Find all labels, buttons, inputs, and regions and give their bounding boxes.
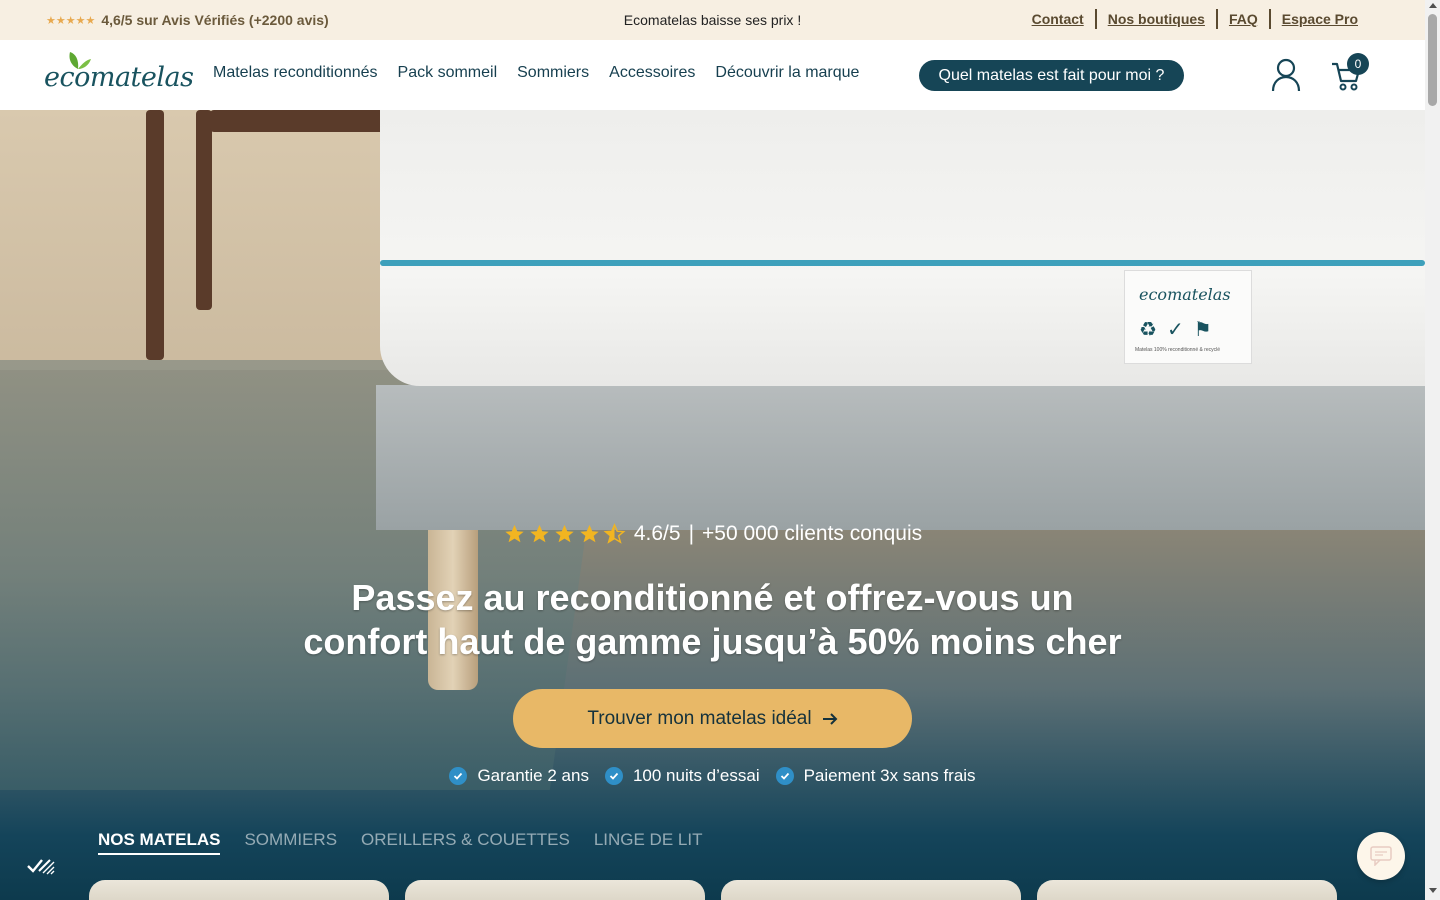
tab-bed-bases[interactable]: SOMMIERS <box>244 830 337 855</box>
nav-item-sleep-pack[interactable]: Pack sommeil <box>398 64 498 82</box>
product-cards <box>89 880 1337 900</box>
clients-count: +50 000 clients conquis <box>702 522 923 545</box>
made-in-france-icon: ⚑ <box>1193 319 1212 341</box>
star-icon <box>580 524 599 543</box>
guarantee-item: Paiement 3x sans frais <box>775 766 976 786</box>
hero-rating: 4.6/5 | +50 000 clients conquis <box>0 522 1425 546</box>
cookie-consent-icon[interactable] <box>26 852 56 878</box>
mattress-label-marks: ♻ ✓ ⚑ <box>1139 317 1212 342</box>
guarantees-list: Garantie 2 ans 100 nuits d’essai Paiemen… <box>0 766 1425 786</box>
hero-title-line1: Passez au reconditionné et offrez-vous u… <box>351 577 1074 618</box>
announcement-bar: ★★★★★ 4,6/5 sur Avis Vérifiés (+2200 avi… <box>0 0 1425 40</box>
scroll-down-arrow-icon[interactable] <box>1429 888 1437 893</box>
main-nav: Matelas reconditionnés Pack sommeil Somm… <box>213 64 859 82</box>
cart-count-badge: 0 <box>1347 53 1369 75</box>
pro-space-link[interactable]: Espace Pro <box>1268 9 1369 29</box>
page-scrollbar[interactable] <box>1425 0 1440 900</box>
logo[interactable]: ecomatelas <box>44 50 194 98</box>
product-card[interactable] <box>405 880 705 900</box>
rating-value: 4.6/5 <box>633 522 681 545</box>
guarantee-label: Garantie 2 ans <box>477 766 589 785</box>
mattress-image: ecomatelas ♻ ✓ ⚑ Matelas 100% reconditio… <box>380 110 1425 386</box>
star-icon <box>505 524 524 543</box>
nav-item-accessories[interactable]: Accessoires <box>609 64 695 82</box>
mattress-label-fine: Matelas 100% reconditionné & recyclé <box>1135 347 1221 353</box>
mattress-quiz-button[interactable]: Quel matelas est fait pour moi ? <box>919 60 1184 91</box>
guarantee-item: Garantie 2 ans <box>449 766 589 786</box>
utility-links: Contact Nos boutiques FAQ Espace Pro <box>1021 9 1369 29</box>
site-header: ecomatelas Matelas reconditionnés Pack s… <box>0 40 1425 110</box>
recycle-icon: ♻ <box>1139 319 1157 341</box>
find-mattress-button[interactable]: Trouver mon matelas idéal <box>513 689 912 748</box>
mattress-piping <box>380 260 1425 266</box>
hero-title: Passez au reconditionné et offrez-vous u… <box>0 576 1425 664</box>
user-account-icon[interactable] <box>1270 58 1302 92</box>
nav-item-bed-bases[interactable]: Sommiers <box>517 64 589 82</box>
tab-bed-linen[interactable]: LINGE DE LIT <box>594 830 703 855</box>
bed-base-image <box>376 385 1425 530</box>
chat-button[interactable] <box>1357 832 1405 880</box>
stores-link[interactable]: Nos boutiques <box>1094 9 1216 29</box>
logo-text: ecomatelas <box>44 62 194 93</box>
hero-banner: ecomatelas ♻ ✓ ⚑ Matelas 100% reconditio… <box>0 110 1425 900</box>
guarantee-label: 100 nuits d’essai <box>632 766 760 785</box>
nav-item-refurbished-mattresses[interactable]: Matelas reconditionnés <box>213 64 378 82</box>
hero-title-line2: confort haut de gamme jusqu’à 50% moins … <box>303 621 1122 662</box>
nav-item-discover-brand[interactable]: Découvrir la marque <box>715 64 859 82</box>
hero-content: 4.6/5 | +50 000 clients conquis Passez a… <box>0 522 1425 664</box>
tab-pillows-duvets[interactable]: OREILLERS & COUETTES <box>361 830 570 855</box>
check-icon <box>604 767 623 785</box>
half-star-icon <box>603 523 626 544</box>
mattress-label-brand: ecomatelas <box>1139 285 1231 304</box>
check-icon <box>449 767 468 785</box>
chair-leg <box>146 110 164 360</box>
warranty-seal-icon: ✓ <box>1166 319 1184 341</box>
guarantee-item: 100 nuits d’essai <box>604 766 760 786</box>
star-icon <box>555 524 574 543</box>
product-card[interactable] <box>721 880 1021 900</box>
arrow-right-icon <box>822 712 838 725</box>
product-category-tabs: NOS MATELAS SOMMIERS OREILLERS & COUETTE… <box>98 830 702 855</box>
mattress-label: ecomatelas ♻ ✓ ⚑ Matelas 100% reconditio… <box>1124 270 1252 364</box>
scroll-up-arrow-icon[interactable] <box>1429 3 1437 8</box>
cta-label: Trouver mon matelas idéal <box>587 707 812 729</box>
tab-mattresses[interactable]: NOS MATELAS <box>98 830 221 855</box>
rating-separator: | <box>688 522 695 545</box>
contact-link[interactable]: Contact <box>1021 9 1095 29</box>
product-card[interactable] <box>1037 880 1337 900</box>
guarantee-label: Paiement 3x sans frais <box>803 766 976 785</box>
rating-stars <box>503 523 626 545</box>
product-card[interactable] <box>89 880 389 900</box>
chat-icon <box>1370 846 1392 866</box>
scrollbar-thumb[interactable] <box>1428 14 1437 106</box>
check-icon <box>775 767 794 785</box>
faq-link[interactable]: FAQ <box>1215 9 1269 29</box>
star-icon <box>530 524 549 543</box>
chair-leg <box>196 110 212 310</box>
